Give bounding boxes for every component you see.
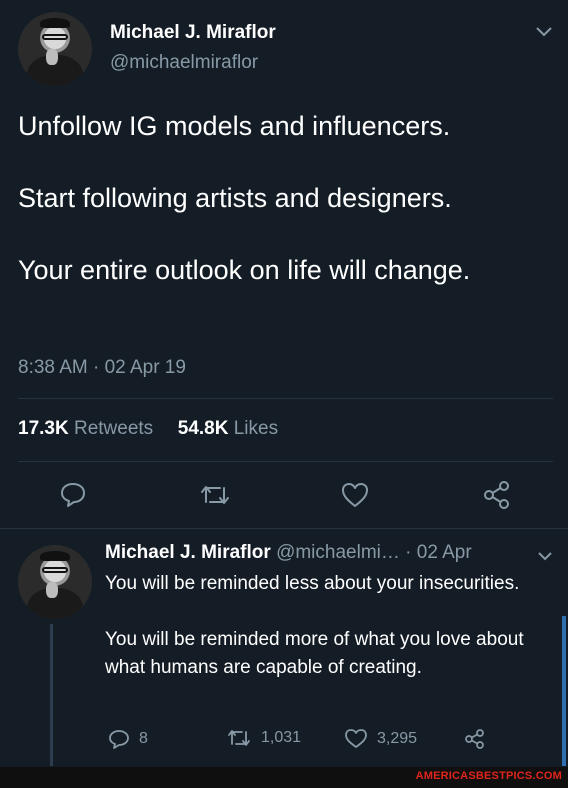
share-icon[interactable] [482,480,512,510]
like-icon[interactable] [340,481,370,509]
watermark: AMERICASBESTPICS.COM [415,770,562,782]
author-name[interactable]: Michael J. Miraflor [110,22,276,44]
reply-author-name[interactable]: Michael J. Miraflor [105,542,271,563]
scroll-indicator [562,616,566,766]
like-icon[interactable] [344,728,368,750]
chevron-down-icon[interactable] [535,26,553,38]
thread-line [50,624,53,766]
reply-retweet-action[interactable]: 1,031 [226,728,301,748]
reply-text: You will be reminded less about your ins… [105,573,524,678]
reply-header[interactable]: Michael J. Miraflor @michaelmi… · 02 Apr [105,542,472,564]
tweet-stats: 17.3K Retweets 54.8K Likes [18,418,278,440]
tweet-timestamp: 8:38 AM · 02 Apr 19 [18,357,186,378]
reply-icon[interactable] [108,728,130,750]
retweet-icon[interactable] [226,728,252,748]
reply-icon[interactable] [59,480,87,508]
divider [18,398,553,399]
footer-bar: AMERICASBESTPICS.COM [0,767,568,788]
reply-chevron-down-icon[interactable] [537,551,553,562]
divider [0,528,568,529]
reply-author-avatar[interactable] [18,545,92,619]
reply-like-action[interactable]: 3,295 [344,728,417,750]
likes-stat[interactable]: 54.8K Likes [178,418,278,439]
author-avatar[interactable] [18,12,92,86]
retweets-stat[interactable]: 17.3K Retweets [18,418,153,439]
retweet-icon[interactable] [198,482,232,508]
retweet-count: 1,031 [261,729,302,746]
like-count: 3,295 [377,730,418,747]
reply-count: 8 [139,730,148,747]
reply-handle-date: @michaelmi… · 02 Apr [276,542,472,563]
reply-share-action[interactable] [464,728,495,750]
reply-comment-action[interactable]: 8 [108,728,148,750]
tweet-text: Unfollow IG models and influencers. Star… [18,111,471,285]
divider [18,461,553,462]
author-handle[interactable]: @michaelmiraflor [110,52,258,74]
share-icon[interactable] [464,728,486,750]
